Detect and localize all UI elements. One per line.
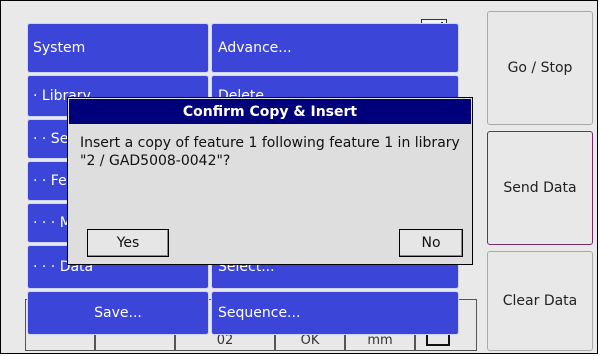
menu-system[interactable]: System bbox=[27, 23, 209, 73]
go-stop-button[interactable]: Go / Stop bbox=[487, 11, 593, 125]
send-data-button[interactable]: Send Data bbox=[487, 131, 593, 245]
no-button[interactable]: No bbox=[399, 229, 463, 257]
dialog-title: Confirm Copy & Insert bbox=[69, 99, 471, 124]
menu-sequence[interactable]: Sequence... bbox=[211, 291, 459, 335]
menu-advance[interactable]: Advance... bbox=[211, 23, 459, 73]
dialog-message: Insert a copy of feature 1 following fea… bbox=[80, 135, 460, 169]
menu-save[interactable]: Save... bbox=[27, 291, 209, 335]
yes-button[interactable]: Yes bbox=[87, 229, 169, 257]
device-screen: 02 OK mm System · Library · · Se · · Fe … bbox=[0, 0, 598, 354]
clear-data-button[interactable]: Clear Data bbox=[487, 251, 593, 351]
